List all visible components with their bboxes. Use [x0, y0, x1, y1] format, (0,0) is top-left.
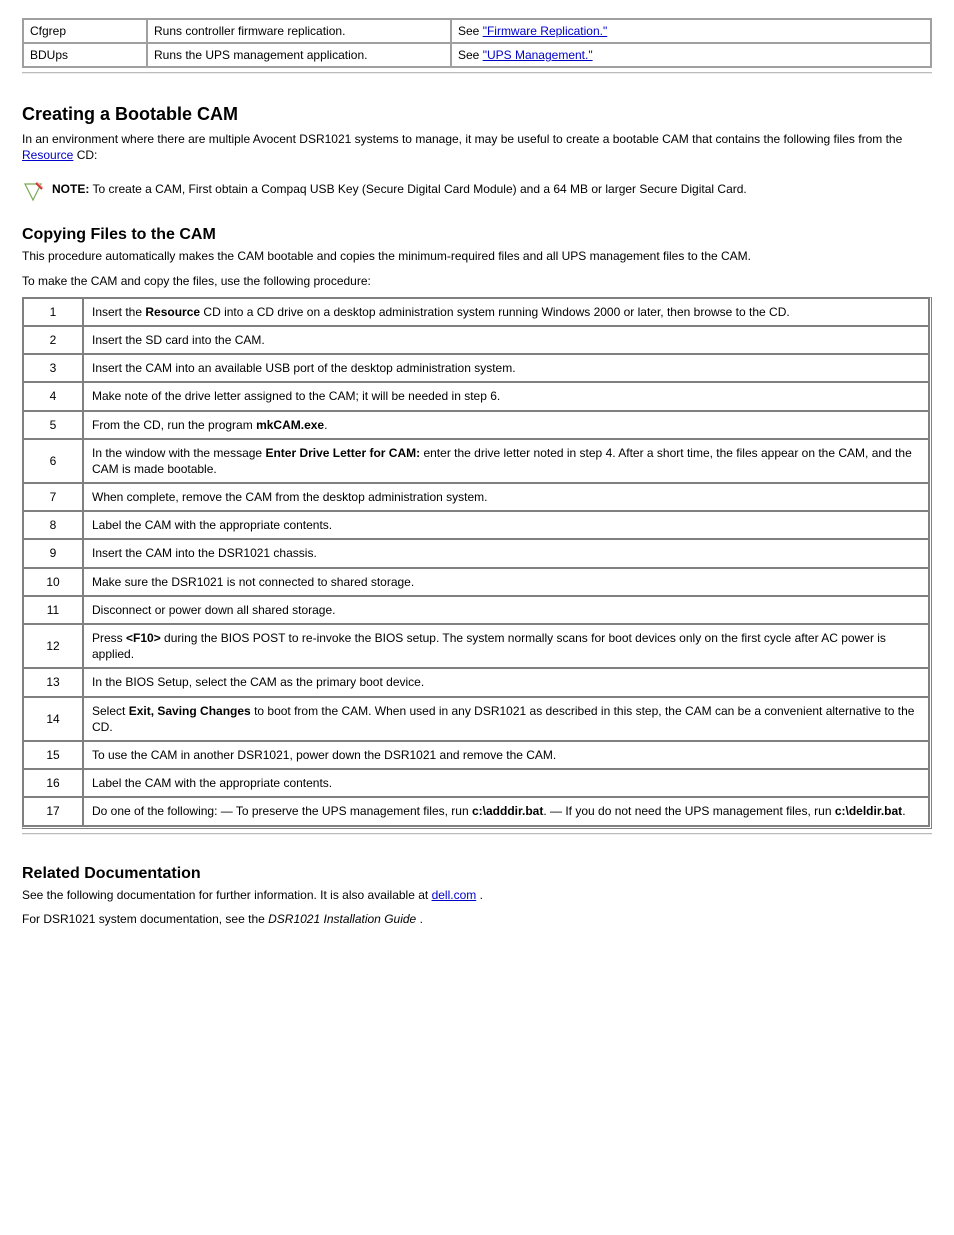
- note-icon: [22, 181, 44, 206]
- table-row: 2Insert the SD card into the CAM.: [23, 326, 929, 354]
- ref-pre: See: [458, 24, 483, 38]
- table-row: 4Make note of the drive letter assigned …: [23, 382, 929, 410]
- note-label: NOTE:: [52, 182, 89, 196]
- step-number: 13: [23, 668, 83, 696]
- table-row: Cfgrep Runs controller firmware replicat…: [23, 19, 931, 43]
- table-row: 7When complete, remove the CAM from the …: [23, 483, 929, 511]
- step-number: 1: [23, 298, 83, 326]
- ref-cell: See "Firmware Replication.": [451, 19, 931, 43]
- step-text: To use the CAM in another DSR1021, power…: [83, 741, 929, 769]
- cmd-cell: BDUps: [23, 43, 147, 67]
- ref-link[interactable]: "UPS Management.": [483, 48, 593, 62]
- desc-cell: Runs controller firmware replication.: [147, 19, 451, 43]
- step-number: 14: [23, 697, 83, 741]
- table-row: 6In the window with the message Enter Dr…: [23, 439, 929, 483]
- table-row: 12Press <F10> during the BIOS POST to re…: [23, 624, 929, 668]
- step-text: Press <F10> during the BIOS POST to re-i…: [83, 624, 929, 668]
- ref-link[interactable]: "Firmware Replication.": [483, 24, 608, 38]
- ref-cell: See "UPS Management.": [451, 43, 931, 67]
- step-text: From the CD, run the program mkCAM.exe.: [83, 411, 929, 439]
- divider: [22, 833, 932, 835]
- lead-pre: In an environment where there are multip…: [22, 132, 902, 146]
- related-pre: See the following documentation for furt…: [22, 888, 432, 902]
- step-number: 8: [23, 511, 83, 539]
- divider: [22, 72, 932, 74]
- related-post: .: [480, 888, 483, 902]
- step-text: Make sure the DSR1021 is not connected t…: [83, 568, 929, 596]
- table-row: 3Insert the CAM into an available USB po…: [23, 354, 929, 382]
- steps-table: 1Insert the Resource CD into a CD drive …: [22, 297, 932, 829]
- related-link[interactable]: dell.com: [432, 888, 477, 902]
- related-item-pre: For DSR1021 system documentation, see th…: [22, 912, 268, 926]
- table-row: 8Label the CAM with the appropriate cont…: [23, 511, 929, 539]
- table-row: 15To use the CAM in another DSR1021, pow…: [23, 741, 929, 769]
- step-text: In the window with the message Enter Dri…: [83, 439, 929, 483]
- step-number: 17: [23, 797, 83, 825]
- step-number: 5: [23, 411, 83, 439]
- note-block: NOTE: To create a CAM, First obtain a Co…: [22, 181, 932, 206]
- copy-p2: To make the CAM and copy the files, use …: [22, 273, 932, 289]
- desc-cell: Runs the UPS management application.: [147, 43, 451, 67]
- table-row: 9Insert the CAM into the DSR1021 chassis…: [23, 539, 929, 567]
- step-text: Insert the CAM into the DSR1021 chassis.: [83, 539, 929, 567]
- lead-link[interactable]: Resource: [22, 148, 73, 162]
- step-text: Insert the SD card into the CAM.: [83, 326, 929, 354]
- table-row: BDUps Runs the UPS management applicatio…: [23, 43, 931, 67]
- table-row: 1Insert the Resource CD into a CD drive …: [23, 298, 929, 326]
- step-text: Insert the CAM into an available USB por…: [83, 354, 929, 382]
- step-number: 2: [23, 326, 83, 354]
- step-text: When complete, remove the CAM from the d…: [83, 483, 929, 511]
- step-number: 12: [23, 624, 83, 668]
- cmd-cell: Cfgrep: [23, 19, 147, 43]
- table-row: 5From the CD, run the program mkCAM.exe.: [23, 411, 929, 439]
- step-text: Insert the Resource CD into a CD drive o…: [83, 298, 929, 326]
- table-row: 17Do one of the following: — To preserve…: [23, 797, 929, 825]
- step-number: 16: [23, 769, 83, 797]
- step-number: 11: [23, 596, 83, 624]
- step-text: Label the CAM with the appropriate conte…: [83, 511, 929, 539]
- step-number: 7: [23, 483, 83, 511]
- step-number: 3: [23, 354, 83, 382]
- table-row: 13In the BIOS Setup, select the CAM as t…: [23, 668, 929, 696]
- step-text: Disconnect or power down all shared stor…: [83, 596, 929, 624]
- step-text: Make note of the drive letter assigned t…: [83, 382, 929, 410]
- related-item-post: .: [420, 912, 423, 926]
- copy-p1: This procedure automatically makes the C…: [22, 248, 932, 264]
- table-row: 11Disconnect or power down all shared st…: [23, 596, 929, 624]
- table-row: 10Make sure the DSR1021 is not connected…: [23, 568, 929, 596]
- step-text: Label the CAM with the appropriate conte…: [83, 769, 929, 797]
- ref-pre: See: [458, 48, 483, 62]
- related-lead: See the following documentation for furt…: [22, 887, 932, 903]
- copy-heading: Copying Files to the CAM: [22, 226, 932, 244]
- note-body: To create a CAM, First obtain a Compaq U…: [92, 182, 746, 196]
- lead-post: CD:: [77, 148, 98, 162]
- step-text: Do one of the following: — To preserve t…: [83, 797, 929, 825]
- related-item: For DSR1021 system documentation, see th…: [22, 911, 932, 927]
- related-item-title: DSR1021 Installation Guide: [268, 912, 416, 926]
- step-number: 15: [23, 741, 83, 769]
- step-text: In the BIOS Setup, select the CAM as the…: [83, 668, 929, 696]
- section-lead: In an environment where there are multip…: [22, 131, 932, 163]
- section-title: Creating a Bootable CAM: [22, 104, 932, 125]
- continuation-table: Cfgrep Runs controller firmware replicat…: [22, 18, 932, 68]
- step-number: 6: [23, 439, 83, 483]
- table-row: 16Label the CAM with the appropriate con…: [23, 769, 929, 797]
- note-text: NOTE: To create a CAM, First obtain a Co…: [52, 181, 747, 197]
- step-number: 9: [23, 539, 83, 567]
- table-row: 14Select Exit, Saving Changes to boot fr…: [23, 697, 929, 741]
- related-heading: Related Documentation: [22, 865, 932, 883]
- step-number: 4: [23, 382, 83, 410]
- step-number: 10: [23, 568, 83, 596]
- step-text: Select Exit, Saving Changes to boot from…: [83, 697, 929, 741]
